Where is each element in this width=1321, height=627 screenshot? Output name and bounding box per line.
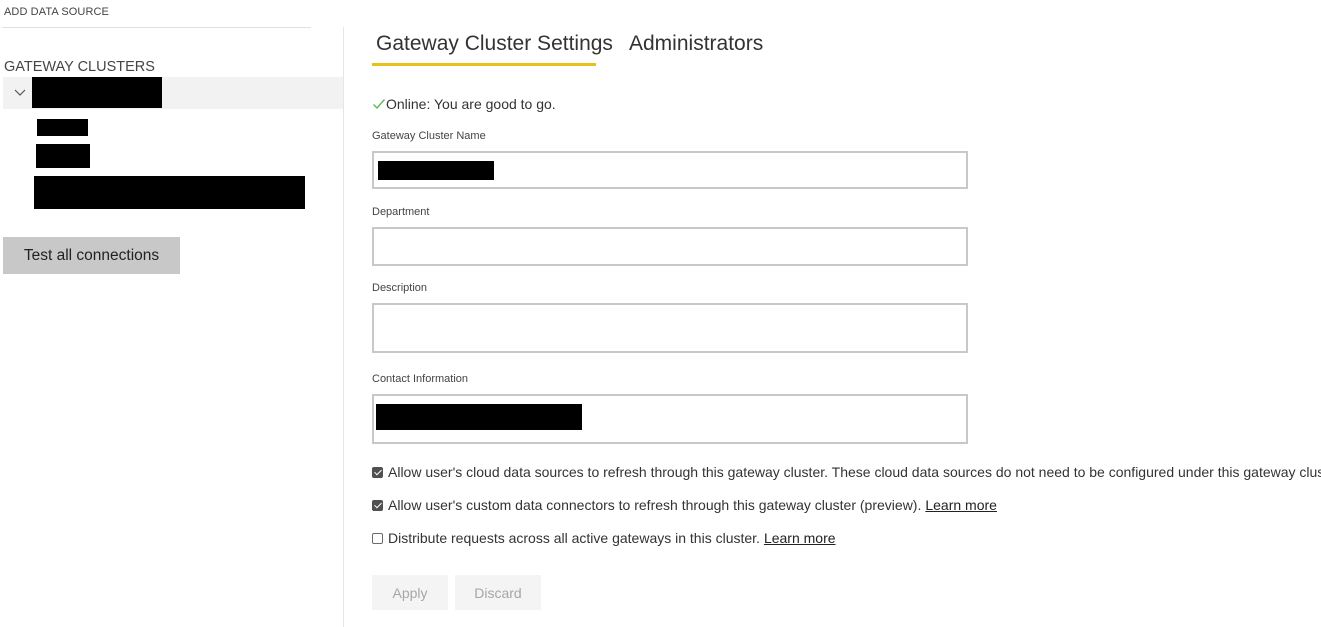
option-distribute-requests: Distribute requests across all active ga… (372, 530, 836, 546)
tab-administrators[interactable]: Administrators (629, 32, 763, 56)
option-text: Allow user's custom data connectors to r… (388, 497, 922, 513)
add-data-source-link[interactable]: ADD DATA SOURCE (4, 6, 109, 18)
apply-button[interactable]: Apply (372, 575, 448, 610)
status-text: Online: You are good to go. (386, 96, 556, 112)
gateway-settings-page: ADD DATA SOURCE GATEWAY CLUSTERS Test al… (0, 0, 1321, 627)
redacted-contact-value (376, 404, 582, 430)
option-text: Distribute requests across all active ga… (388, 530, 760, 546)
option-text: Allow user's cloud data sources to refre… (388, 464, 1321, 480)
description-label: Description (372, 282, 428, 294)
redacted-cluster-name-value (378, 161, 494, 180)
panel-divider (343, 27, 344, 627)
learn-more-link[interactable]: Learn more (925, 497, 997, 513)
gateway-clusters-heading: GATEWAY CLUSTERS (4, 59, 155, 75)
divider (2, 27, 311, 28)
department-label: Department (372, 206, 430, 218)
redacted-cluster-name (32, 77, 162, 108)
custom-connectors-checkbox[interactable] (372, 499, 383, 511)
redacted-gateway-item[interactable] (37, 119, 88, 136)
left-panel: ADD DATA SOURCE GATEWAY CLUSTERS Test al… (0, 0, 343, 627)
discard-button[interactable]: Discard (455, 575, 541, 610)
active-tab-indicator (372, 63, 596, 66)
redacted-gateway-item[interactable] (36, 144, 90, 168)
option-custom-connectors: Allow user's custom data connectors to r… (372, 497, 997, 513)
learn-more-link[interactable]: Learn more (764, 530, 836, 546)
department-input[interactable] (372, 227, 968, 266)
redacted-gateway-item[interactable] (34, 176, 305, 209)
tab-gateway-cluster-settings[interactable]: Gateway Cluster Settings (376, 32, 613, 56)
check-icon (373, 99, 386, 110)
status-message: Online: You are good to go. (372, 96, 556, 112)
description-input[interactable] (372, 303, 968, 353)
chevron-down-icon[interactable] (12, 85, 28, 101)
test-all-connections-button[interactable]: Test all connections (3, 237, 180, 274)
contact-information-label: Contact Information (372, 373, 468, 385)
distribute-requests-checkbox[interactable] (372, 532, 383, 544)
option-cloud-sources: Allow user's cloud data sources to refre… (372, 464, 1321, 480)
cloud-sources-checkbox[interactable] (372, 466, 383, 478)
cluster-name-label: Gateway Cluster Name (372, 130, 486, 142)
